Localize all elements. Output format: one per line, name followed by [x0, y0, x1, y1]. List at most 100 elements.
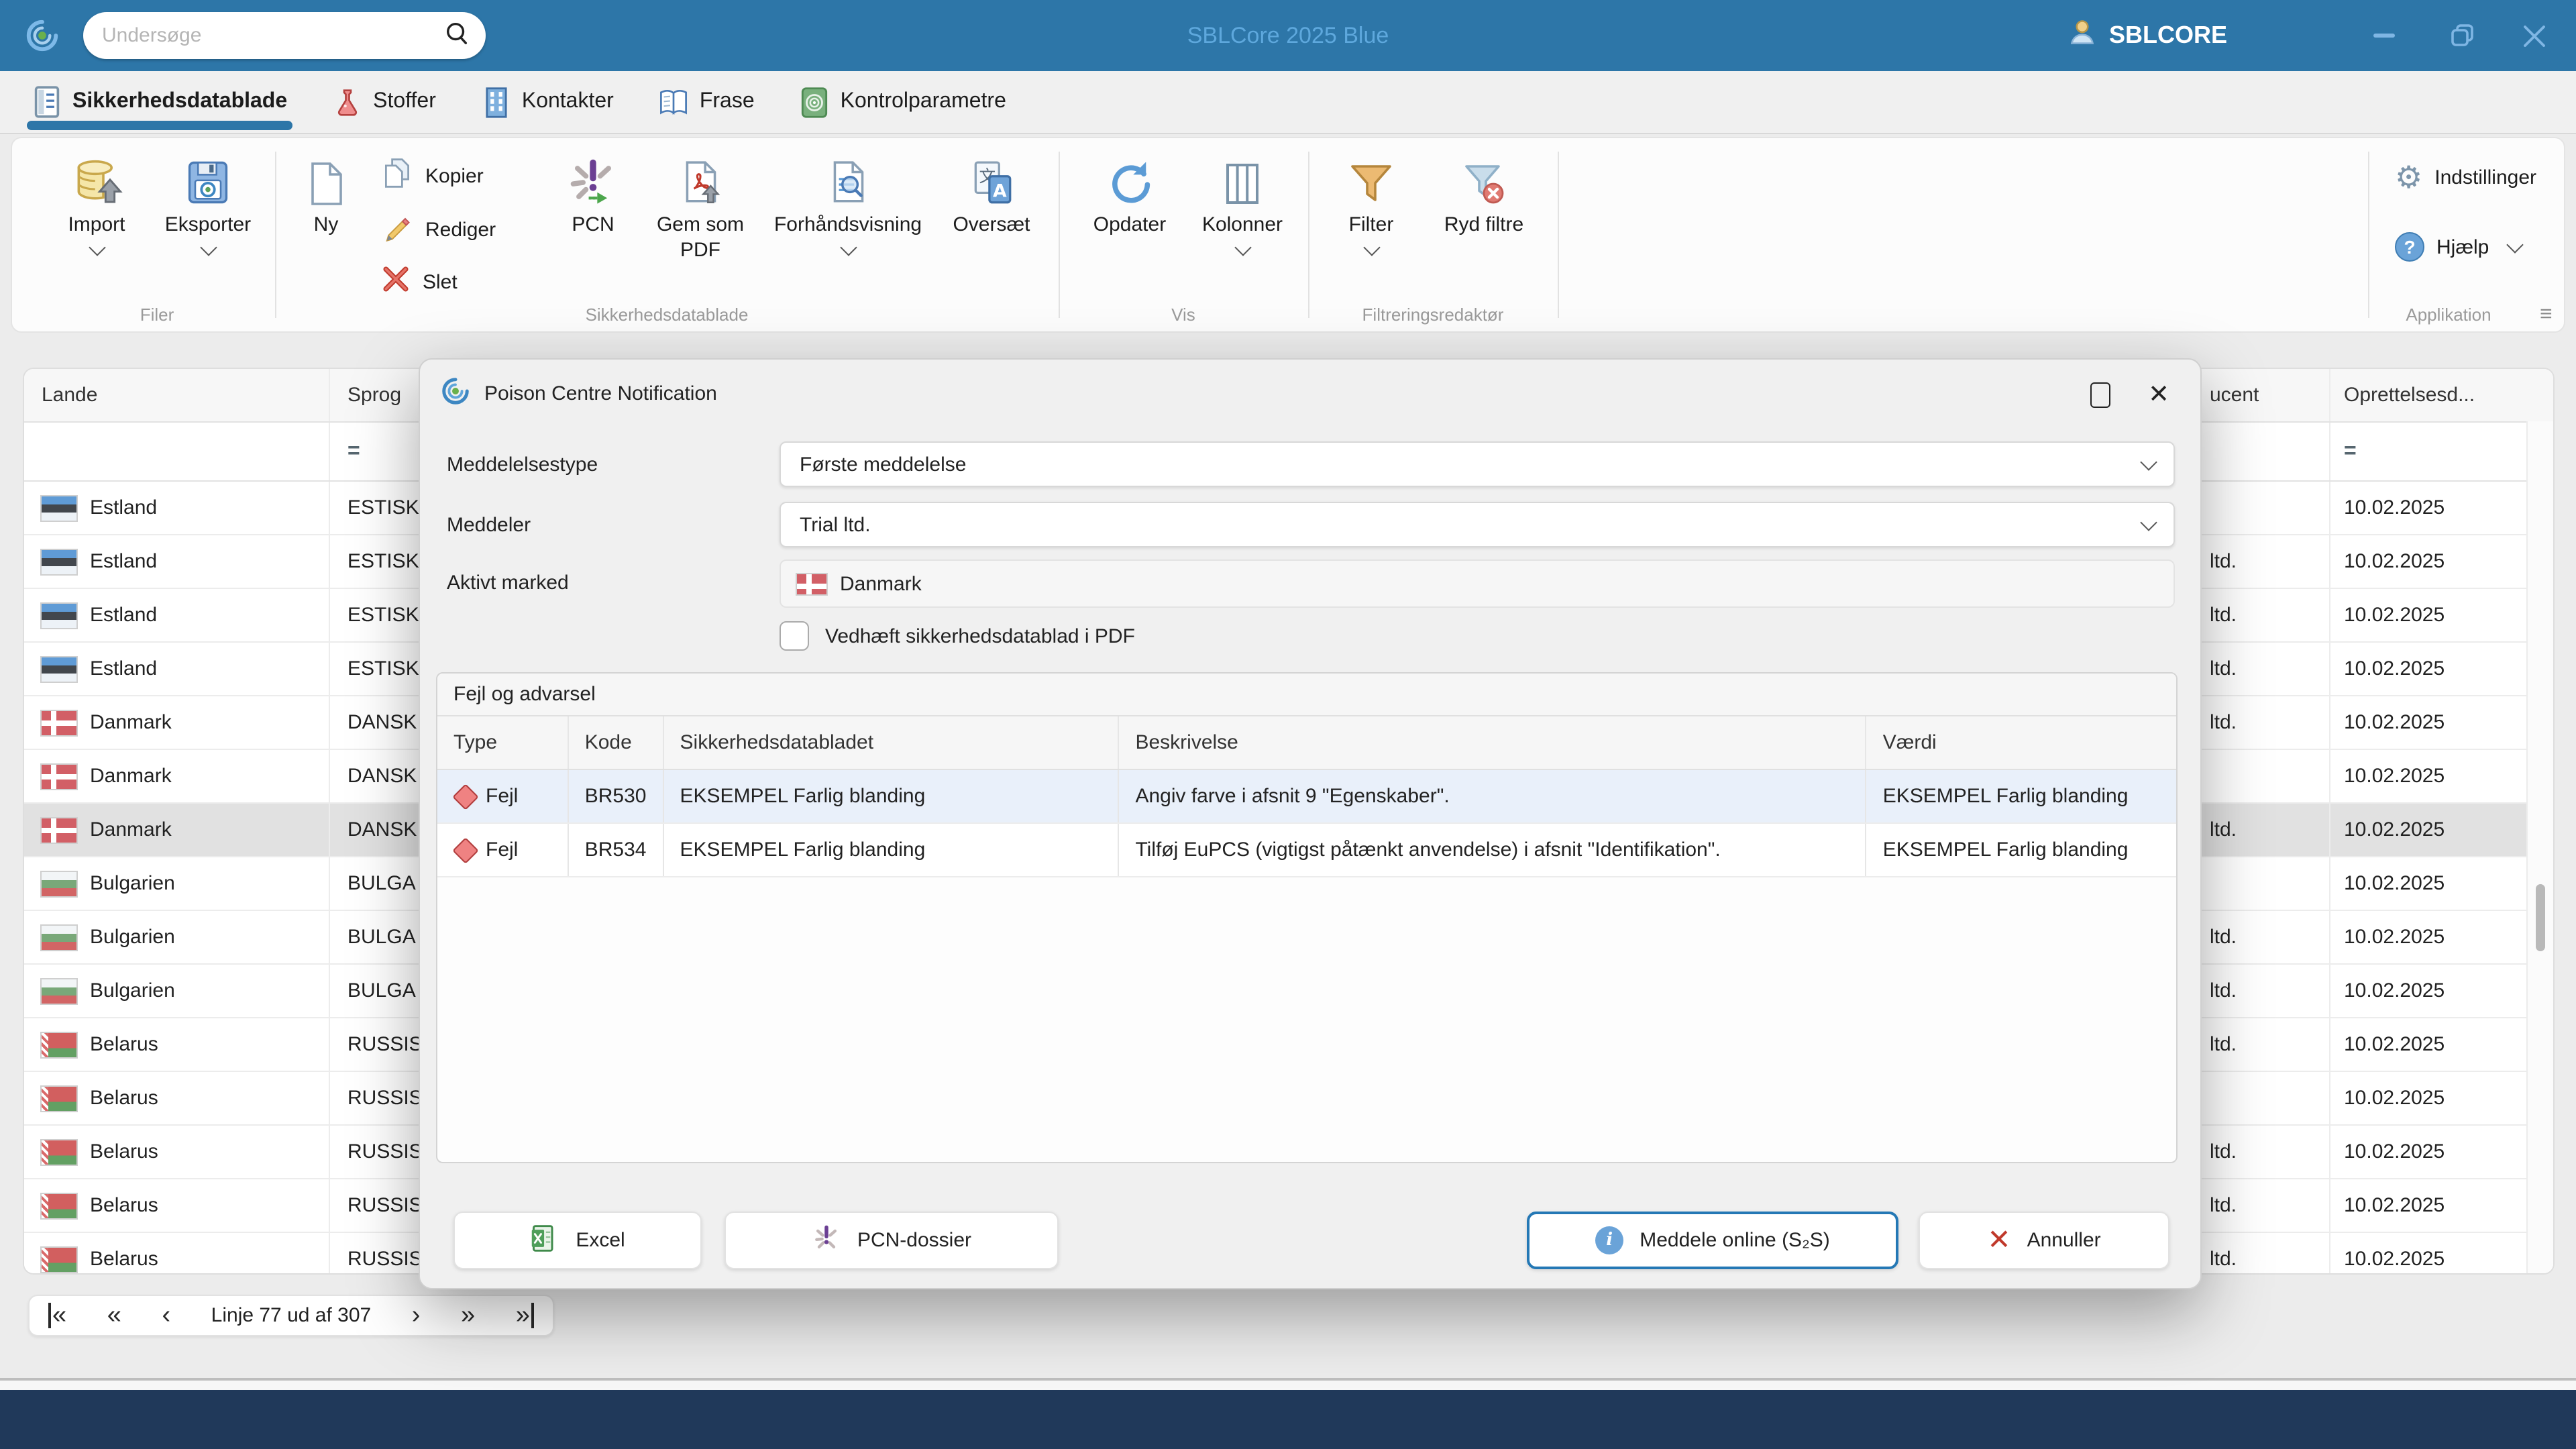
meddeler-select[interactable]: Trial ltd. — [780, 502, 2175, 547]
dialog-maximize-button[interactable] — [2077, 377, 2123, 412]
ribbon-group-label: Sikkerhedsdatablade — [585, 305, 749, 325]
ribbon-separator — [275, 152, 276, 318]
main-tabbar: Sikkerhedsdatablade Stoffer Kontakter Fr… — [0, 71, 2576, 134]
description-cell-label: Tilføj EuPCS (vigtigst påtænkt anvendels… — [1135, 839, 1721, 861]
user-icon — [2068, 17, 2097, 54]
maximize-icon — [2090, 382, 2110, 407]
column-header-vardi[interactable]: Værdi — [1867, 716, 2176, 769]
sprog-label: RUSSIS — [347, 1194, 423, 1217]
desktop-gap — [0, 1381, 2576, 1390]
search-icon[interactable] — [444, 19, 470, 52]
last-page-icon[interactable]: » — [516, 1303, 534, 1328]
column-header-oprettelsesdato[interactable]: Oprettelsesd... — [2330, 369, 2529, 421]
ribbon-filter-button[interactable]: Filter — [1334, 149, 1409, 256]
tab-sikkerhedsdatablade[interactable]: Sikkerhedsdatablade — [26, 71, 293, 133]
vertical-scrollbar[interactable] — [2526, 421, 2553, 1273]
search-input[interactable] — [99, 23, 444, 48]
fast-next-icon[interactable]: » — [461, 1303, 475, 1328]
pencil-icon — [381, 211, 413, 248]
ribbon-ryd-filtre-button[interactable]: Ryd filtre — [1424, 149, 1544, 237]
scrollbar-thumb[interactable] — [2536, 884, 2545, 951]
field-value: Danmark — [840, 572, 922, 595]
search-box[interactable] — [83, 12, 486, 59]
annuller-button[interactable]: ✕ Annuller — [1919, 1212, 2169, 1269]
ribbon-item-label: Ryd filtre — [1444, 213, 1524, 236]
date-label: 10.02.2025 — [2344, 1087, 2445, 1110]
errors-header-row: Type Kode Sikkerhedsdatabladet Beskrivel… — [437, 716, 2176, 770]
target-icon — [800, 86, 830, 118]
ribbon-separator — [1059, 152, 1060, 318]
column-header-sikkerhedsdatabladet[interactable]: Sikkerhedsdatabladet — [664, 716, 1120, 769]
next-icon[interactable]: › — [412, 1303, 421, 1328]
tab-kontakter[interactable]: Kontakter — [482, 71, 614, 133]
country-label: Danmark — [90, 765, 172, 788]
ribbon-gem-som-pdf-button[interactable]: Gem som PDF — [640, 149, 761, 263]
date-cell: 10.02.2025 — [2330, 643, 2529, 695]
chevron-down-icon — [2140, 513, 2157, 531]
country-label: Danmark — [90, 818, 172, 841]
tab-kontrolparametre[interactable]: Kontrolparametre — [800, 71, 1006, 133]
close-button[interactable] — [2504, 0, 2565, 71]
account-button[interactable]: SBLCORE — [2068, 0, 2227, 71]
ribbon-kolonner-button[interactable]: Kolonner — [1189, 149, 1296, 256]
red-x-icon: ✕ — [1987, 1225, 2011, 1256]
minimize-button[interactable] — [2353, 0, 2415, 71]
ribbon-opdater-button[interactable]: Opdater — [1080, 149, 1179, 237]
ribbon-pcn-button[interactable]: PCN — [555, 149, 631, 237]
ribbon-forhandsvisning-button[interactable]: Forhåndsvisning — [770, 149, 926, 256]
sprog-label: BULGA — [347, 926, 416, 949]
restore-button[interactable] — [2431, 0, 2493, 71]
errors-body: Fejl BR530 EKSEMPEL Farlig blanding Angiv f… — [437, 770, 2176, 877]
meddele-online-button[interactable]: i Meddele online (S₂S) — [1527, 1212, 1898, 1269]
ribbon-item-label: Opdater — [1093, 213, 1167, 236]
ribbon-ny-button[interactable]: Ny — [288, 149, 364, 237]
filter-cell-oprettelsesdato[interactable]: = — [2330, 423, 2529, 480]
error-row[interactable]: Fejl BR530 EKSEMPEL Farlig blanding Angiv f… — [437, 770, 2176, 824]
date-label: 10.02.2025 — [2344, 818, 2445, 841]
ribbon-eksporter-button[interactable]: Eksporter — [152, 149, 264, 256]
fast-previous-icon[interactable]: « — [107, 1303, 121, 1328]
ribbon-oversat-button[interactable]: 文A Oversæt — [941, 149, 1042, 237]
meddelelsestype-select[interactable]: Første meddelelse — [780, 441, 2175, 487]
checkbox-label: Vedhæft sikkerhedsdatablad i PDF — [825, 625, 1135, 648]
clear-filter-icon — [1460, 149, 1508, 208]
pcn-dossier-button[interactable]: PCN-dossier — [724, 1212, 1059, 1269]
column-header-beskrivelse[interactable]: Beskrivelse — [1119, 716, 1867, 769]
excel-button[interactable]: Excel — [453, 1212, 702, 1269]
menu-icon[interactable]: ≡ — [2540, 303, 2553, 327]
date-cell: 10.02.2025 — [2330, 1233, 2529, 1273]
sprog-label: DANSK — [347, 818, 417, 841]
translate-icon: 文A — [967, 149, 1016, 208]
chevron-down-icon — [2140, 453, 2157, 470]
denmark-flag-icon — [42, 710, 76, 735]
ribbon-indstillinger-button[interactable]: ⚙ Indstillinger — [2395, 162, 2536, 193]
filter-cell-lande[interactable] — [24, 423, 330, 480]
sds-cell-label: EKSEMPEL Farlig blanding — [680, 785, 926, 808]
ribbon-item-label: Gem som PDF — [656, 213, 744, 262]
column-header-lande[interactable]: Lande — [24, 369, 330, 421]
ribbon-slet-button[interactable]: Slet — [381, 264, 458, 299]
dialog-titlebar: Poison Centre Notification — [420, 360, 2200, 427]
ribbon-import-button[interactable]: Import — [52, 149, 141, 256]
date-cell: 10.02.2025 — [2330, 535, 2529, 588]
ribbon-item-label: Filter — [1348, 213, 1394, 236]
first-page-icon[interactable]: « — [48, 1303, 66, 1328]
dialog-close-button[interactable]: ✕ — [2136, 377, 2182, 412]
sprog-label: BULGA — [347, 979, 416, 1002]
tab-label: Kontakter — [521, 90, 614, 113]
chevron-down-icon — [88, 239, 105, 256]
tab-frase[interactable]: Frase — [659, 71, 755, 133]
column-header-kode[interactable]: Kode — [569, 716, 664, 769]
error-row[interactable]: Fejl BR534 EKSEMPEL Farlig blanding Tilføj … — [437, 824, 2176, 877]
ribbon-rediger-button[interactable]: Rediger — [381, 211, 496, 248]
sprog-label: RUSSIS — [347, 1087, 423, 1110]
attach-sds-checkbox[interactable] — [780, 621, 809, 651]
datasheet-document-icon — [32, 86, 62, 118]
ribbon-kopier-button[interactable]: Kopier — [381, 157, 484, 195]
ribbon-hjalp-button[interactable]: ? Hjælp — [2395, 232, 2524, 262]
ribbon-item-label: Kopier — [425, 164, 484, 187]
tab-stoffer[interactable]: Stoffer — [333, 71, 436, 133]
field-label-meddeler: Meddeler — [447, 514, 531, 537]
previous-icon[interactable]: ‹ — [162, 1303, 170, 1328]
column-header-type[interactable]: Type — [437, 716, 569, 769]
